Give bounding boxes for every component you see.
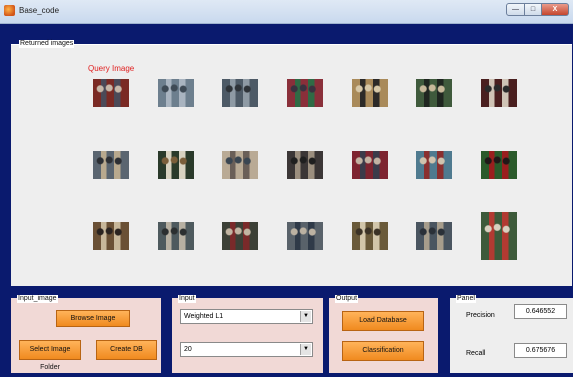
result-image-thumbnail[interactable] (481, 212, 517, 260)
input-panel-title: Input (178, 295, 196, 303)
matlab-app-icon (4, 5, 15, 16)
create-db-button[interactable]: Create DB (96, 340, 157, 360)
browse-image-button[interactable]: Browse Image (56, 310, 130, 327)
returned-images-panel: Returned images Query Image (11, 40, 572, 286)
result-count-value: 20 (184, 346, 192, 353)
precision-label: Precision (466, 312, 495, 319)
metrics-panel-title: Panel (456, 295, 476, 303)
result-image-thumbnail[interactable] (416, 79, 452, 107)
query-image-thumbnail[interactable] (93, 79, 129, 107)
distance-method-value: Weighted L1 (184, 313, 224, 320)
result-image-thumbnail[interactable] (352, 222, 388, 250)
result-image-thumbnail[interactable] (222, 222, 258, 250)
result-image-thumbnail[interactable] (481, 79, 517, 107)
input-image-panel-title: Input_image (17, 295, 58, 303)
minimize-button[interactable]: — (506, 3, 525, 16)
input-panel: Input Weighted L1 ▼ 20 ▼ (172, 295, 323, 373)
recall-value: 0.675676 (514, 343, 567, 358)
result-count-select[interactable]: 20 ▼ (180, 342, 313, 357)
load-database-button[interactable]: Load Database (342, 311, 424, 331)
result-image-thumbnail[interactable] (416, 222, 452, 250)
result-image-thumbnail[interactable] (287, 79, 323, 107)
distance-method-select[interactable]: Weighted L1 ▼ (180, 309, 313, 324)
select-image-folder-button[interactable]: Select Image Folder (19, 340, 81, 371)
recall-label: Recall (466, 350, 486, 357)
window-title: Base_code (19, 6, 60, 15)
result-image-thumbnail[interactable] (287, 222, 323, 250)
title-bar: Base_code — □ X (0, 0, 573, 24)
maximize-button[interactable]: □ (525, 3, 542, 16)
classification-button[interactable]: Classification (342, 341, 424, 361)
result-image-thumbnail[interactable] (222, 151, 258, 179)
chevron-down-icon: ▼ (300, 344, 311, 355)
close-button[interactable]: X (542, 3, 569, 16)
result-image-thumbnail[interactable] (287, 151, 323, 179)
returned-images-title: Returned images (19, 40, 75, 48)
result-image-thumbnail[interactable] (352, 79, 388, 107)
query-image-label: Query Image (88, 64, 135, 73)
result-image-thumbnail[interactable] (158, 222, 194, 250)
result-image-thumbnail[interactable] (416, 151, 452, 179)
result-image-thumbnail[interactable] (93, 222, 129, 250)
result-image-thumbnail[interactable] (481, 151, 517, 179)
result-image-thumbnail[interactable] (158, 79, 194, 107)
precision-value: 0.646552 (514, 304, 567, 319)
metrics-panel: Panel Precision 0.646552 Recall 0.675676 (450, 295, 573, 373)
result-image-thumbnail[interactable] (352, 151, 388, 179)
result-image-thumbnail[interactable] (93, 151, 129, 179)
result-image-thumbnail[interactable] (222, 79, 258, 107)
output-panel-title: Output (335, 295, 359, 303)
input-image-panel: Input_image Browse Image Select Image Fo… (11, 295, 161, 373)
result-image-thumbnail[interactable] (158, 151, 194, 179)
output-panel: Output Load Database Classification (329, 295, 438, 373)
window-controls: — □ X (506, 3, 569, 16)
chevron-down-icon: ▼ (300, 311, 311, 322)
